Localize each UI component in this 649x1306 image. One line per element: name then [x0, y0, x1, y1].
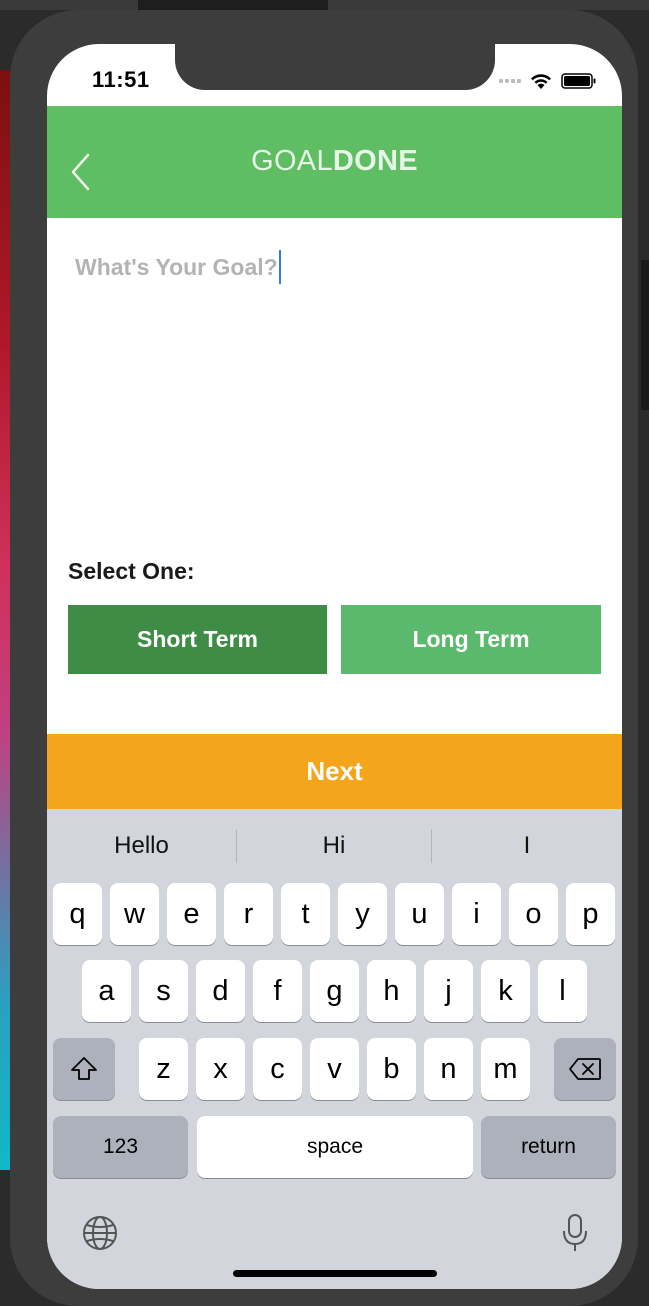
globe-icon	[83, 1216, 117, 1250]
delete-icon	[569, 1058, 601, 1080]
key-letter[interactable]: g	[310, 960, 359, 1022]
home-indicator[interactable]	[233, 1270, 437, 1277]
text-caret	[278, 250, 281, 284]
phone-frame: 11:51 GOALDONE What's Your Goal? Select …	[10, 10, 638, 1306]
key-letter[interactable]: x	[196, 1038, 245, 1100]
key-letter[interactable]: u	[395, 883, 444, 945]
status-time: 11:51	[92, 67, 150, 92]
key-letter[interactable]: b	[367, 1038, 416, 1100]
desktop-toolbar-segment	[138, 0, 328, 10]
status-indicators	[499, 70, 597, 92]
key-letter[interactable]: y	[338, 883, 387, 945]
key-letter[interactable]: f	[253, 960, 302, 1022]
goal-input[interactable]: What's Your Goal?	[75, 249, 595, 285]
shift-key[interactable]	[53, 1038, 115, 1100]
key-letter[interactable]: d	[196, 960, 245, 1022]
logo-text-bold: DONE	[332, 145, 418, 177]
goal-input-placeholder: What's Your Goal?	[75, 253, 278, 280]
microphone-button[interactable]	[559, 1211, 591, 1255]
phone-notch	[175, 44, 495, 90]
logo-text-light: GOAL	[251, 145, 333, 177]
key-letter[interactable]: o	[509, 883, 558, 945]
key-letter[interactable]: n	[424, 1038, 473, 1100]
signal-icon	[499, 79, 521, 83]
key-letter[interactable]: i	[452, 883, 501, 945]
select-one-label: Select One:	[68, 558, 195, 584]
key-letter[interactable]: q	[53, 883, 102, 945]
key-letter[interactable]: h	[367, 960, 416, 1022]
app-header: GOALDONE	[47, 106, 622, 218]
battery-icon	[561, 73, 596, 89]
shift-icon	[71, 1057, 97, 1080]
key-letter[interactable]: w	[110, 883, 159, 945]
short-term-button[interactable]: Short Term	[68, 605, 327, 674]
key-letter[interactable]: p	[566, 883, 615, 945]
wifi-icon	[531, 74, 551, 89]
space-key[interactable]: space	[197, 1116, 473, 1178]
key-letter[interactable]: m	[481, 1038, 530, 1100]
key-letter[interactable]: c	[253, 1038, 302, 1100]
app-logo: GOALDONE	[47, 145, 622, 178]
suggestion-item[interactable]: Hello	[47, 828, 236, 864]
key-letter[interactable]: l	[538, 960, 587, 1022]
suggestion-item[interactable]: Hi	[237, 828, 431, 864]
suggestion-item[interactable]: I	[432, 828, 622, 864]
key-letter[interactable]: t	[281, 883, 330, 945]
on-screen-keyboard: Hello Hi I q w e r t y u i o p a s d f g…	[47, 809, 622, 1289]
delete-key[interactable]	[554, 1038, 616, 1100]
phone-screen: 11:51 GOALDONE What's Your Goal? Select …	[47, 44, 622, 1289]
key-letter[interactable]: a	[82, 960, 131, 1022]
key-letter[interactable]: r	[224, 883, 273, 945]
next-button[interactable]: Next	[47, 734, 622, 809]
key-letter[interactable]: s	[139, 960, 188, 1022]
long-term-button[interactable]: Long Term	[341, 605, 601, 674]
microphone-icon	[563, 1214, 587, 1251]
key-letter[interactable]: v	[310, 1038, 359, 1100]
numbers-key[interactable]: 123	[53, 1116, 188, 1178]
key-letter[interactable]: e	[167, 883, 216, 945]
desktop-toolbar	[0, 0, 649, 10]
return-key[interactable]: return	[481, 1116, 616, 1178]
predictive-bar: Hello Hi I	[47, 809, 622, 883]
key-letter[interactable]: z	[139, 1038, 188, 1100]
key-letter[interactable]: k	[481, 960, 530, 1022]
key-letter[interactable]: j	[424, 960, 473, 1022]
globe-button[interactable]	[80, 1213, 120, 1253]
desktop-window-edge	[641, 260, 649, 410]
